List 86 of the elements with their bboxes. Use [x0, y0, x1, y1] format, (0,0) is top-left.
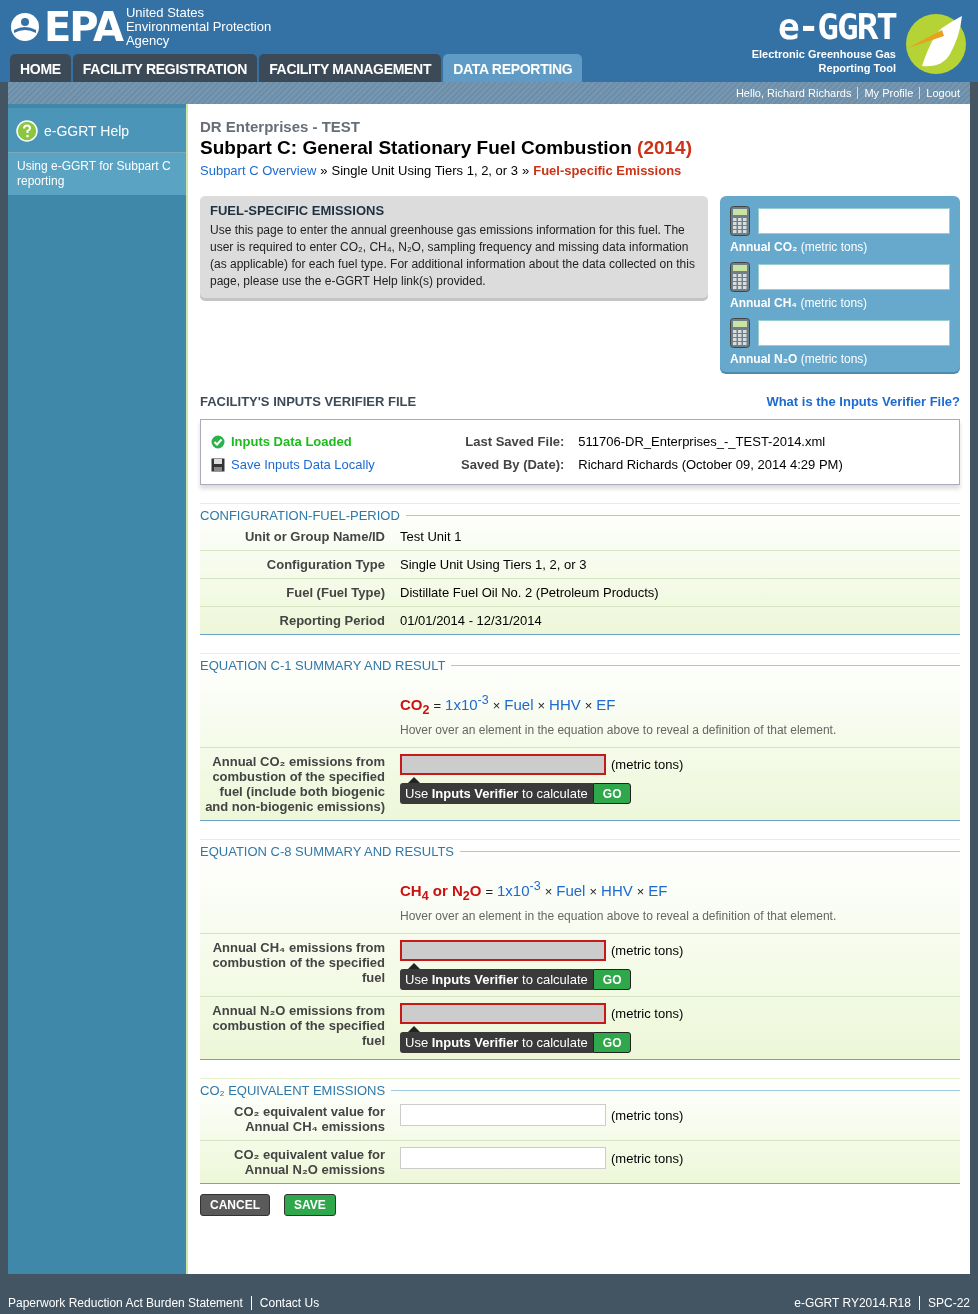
verifier-title: FACILITY'S INPUTS VERIFIER FILE	[200, 394, 417, 409]
verifier-help-link[interactable]: What is the Inputs Verifier File?	[766, 394, 960, 409]
field-label: CO₂ equivalent value for Annual N₂O emissions	[200, 1140, 400, 1183]
input-field[interactable]	[400, 1104, 606, 1126]
input-field[interactable]	[400, 1147, 606, 1169]
page-title: Subpart C: General Stationary Fuel Combustion (2014)	[200, 137, 693, 159]
unit-label: (metric tons)	[611, 943, 684, 958]
check-icon	[211, 434, 225, 449]
epa-logo-icon	[10, 12, 40, 42]
unit-label: (metric tons)	[611, 1006, 684, 1021]
calculator-icon	[730, 206, 750, 236]
total-field[interactable]	[758, 320, 950, 346]
epa-logo-text: EPA	[44, 7, 122, 47]
version-label: SPC-22	[918, 1296, 970, 1310]
emissions-field[interactable]	[400, 1003, 606, 1024]
cancel-button[interactable]: CANCEL	[200, 1194, 270, 1216]
go-button[interactable]: GO	[592, 783, 632, 804]
field-value: Distillate Fuel Oil No. 2 (Petroleum Products)	[400, 585, 660, 600]
field-label: Reporting Period	[200, 606, 400, 634]
unit-label: (metric tons)	[611, 757, 684, 772]
footer-link[interactable]: Paperwork Reduction Act Burden Statement	[8, 1296, 243, 1310]
unit-label: (metric tons)	[611, 1150, 684, 1166]
user-link[interactable]: My Profile	[857, 87, 914, 99]
unit-label: (metric tons)	[611, 1107, 684, 1123]
detail-label: Last Saved File:	[464, 434, 565, 449]
app-name: Reporting Tool	[818, 61, 896, 75]
app-name: Electronic Greenhouse Gas	[751, 47, 896, 61]
field-value: Single Unit Using Tiers 1, 2, or 3	[400, 557, 588, 572]
user-link[interactable]: Logout	[919, 87, 960, 99]
section-title: CO₂ EQUIVALENT EMISSIONS	[200, 1083, 386, 1098]
help-title: e-GGRT Help	[44, 123, 130, 139]
field-label: Unit or Group Name/ID	[243, 528, 386, 546]
user-link[interactable]: Hello, Richard Richards	[735, 87, 852, 99]
agency-name: United States	[125, 6, 205, 20]
section-title: CONFIGURATION-FUEL-PERIOD	[200, 508, 400, 523]
go-button[interactable]: GO	[592, 1032, 632, 1053]
total-field[interactable]	[758, 264, 950, 290]
save-button[interactable]: SAVE	[284, 1194, 336, 1216]
verifier-hint: Use Inputs Verifier to calculate	[400, 783, 593, 804]
nav-tab[interactable]: FACILITY MANAGEMENT	[259, 54, 442, 82]
help-icon	[16, 120, 38, 142]
field-value: Test Unit 1	[400, 529, 463, 544]
breadcrumb-separator: »	[522, 163, 530, 178]
total-field[interactable]	[758, 208, 950, 234]
version-label: e-GGRT RY2014.R18	[794, 1296, 911, 1310]
nav-tab[interactable]: HOME	[10, 54, 71, 82]
detail-value: Richard Richards (October 09, 2014 4:29 PM)	[578, 457, 843, 472]
sidebar-item[interactable]: Using e-GGRT for Subpart C reporting	[8, 153, 186, 195]
total-label: Annual CH₄ (metric tons)	[730, 296, 869, 310]
nav-tab[interactable]: DATA REPORTING	[443, 54, 583, 82]
equation: CO$_{2}$ = 1x10$^{-3}$ × Fuel × HHV × EF	[400, 692, 617, 717]
total-label: Annual CO₂ (metric tons)	[730, 240, 869, 254]
field-label: CO₂ equivalent value for Annual CH₄ emissions	[233, 1103, 386, 1136]
intro-title: FUEL-SPECIFIC EMISSIONS	[210, 203, 386, 218]
breadcrumb-separator: »	[320, 163, 328, 178]
status-text: Inputs Data Loaded	[231, 434, 352, 449]
nav-tab[interactable]: FACILITY REGISTRATION	[72, 54, 258, 82]
agency-name: Environmental Protection	[125, 20, 272, 34]
section-title: EQUATION C-8 SUMMARY AND RESULTS	[200, 844, 455, 859]
company-name: DR Enterprises - TEST	[200, 118, 362, 135]
help-header[interactable]: e-GGRT Help	[8, 108, 186, 153]
emissions-field[interactable]	[400, 754, 606, 775]
breadcrumb-item[interactable]: Subpart C Overview	[200, 163, 317, 178]
verifier-hint: Use Inputs Verifier to calculate	[400, 969, 593, 990]
breadcrumb-item: Single Unit Using Tiers 1, 2, or 3	[331, 163, 518, 178]
calculator-icon	[730, 318, 750, 348]
total-label: Annual N₂O (metric tons)	[730, 352, 869, 366]
save-locally-link[interactable]: Save Inputs Data Locally	[231, 457, 375, 472]
equation-hint: Hover over an element in the equation above to reveal a definition of that element.	[400, 909, 838, 925]
verifier-hint: Use Inputs Verifier to calculate	[400, 1032, 593, 1053]
emissions-field[interactable]	[400, 940, 606, 961]
footer-link[interactable]: Contact Us	[250, 1296, 320, 1310]
go-button[interactable]: GO	[592, 969, 632, 990]
equation-hint: Hover over an element in the equation above to reveal a definition of that element.	[400, 723, 838, 739]
detail-label: Saved By (Date):	[461, 457, 565, 472]
breadcrumb-item: Fuel-specific Emissions	[533, 163, 682, 178]
field-label: Fuel (Fuel Type)	[200, 578, 400, 606]
detail-value: 511706-DR_Enterprises_-_TEST-2014.xml	[578, 434, 827, 449]
app-logo-text: e-GGRT	[777, 7, 896, 47]
section-title: EQUATION C-1 SUMMARY AND RESULT	[200, 658, 446, 673]
field-label: Configuration Type	[200, 550, 400, 578]
equation: CH$_{4}$ or N$_{2}$O = 1x10$^{-3}$ × Fuel × HHV × EF	[400, 878, 669, 903]
calculator-icon	[730, 262, 750, 292]
agency-name: Agency	[125, 34, 171, 48]
field-value: 01/01/2014 - 12/31/2014	[400, 613, 543, 628]
intro-text: Use this page to enter the annual greenhouse gas emissions information for this fuel. The user is required to enter CO₂, CH₄, N₂O, sampling frequency and missing data information (as applicable) for each fuel type. For additional information about the data collected on this page, please use the e-GGRT Help link(s) provided.	[210, 222, 696, 290]
